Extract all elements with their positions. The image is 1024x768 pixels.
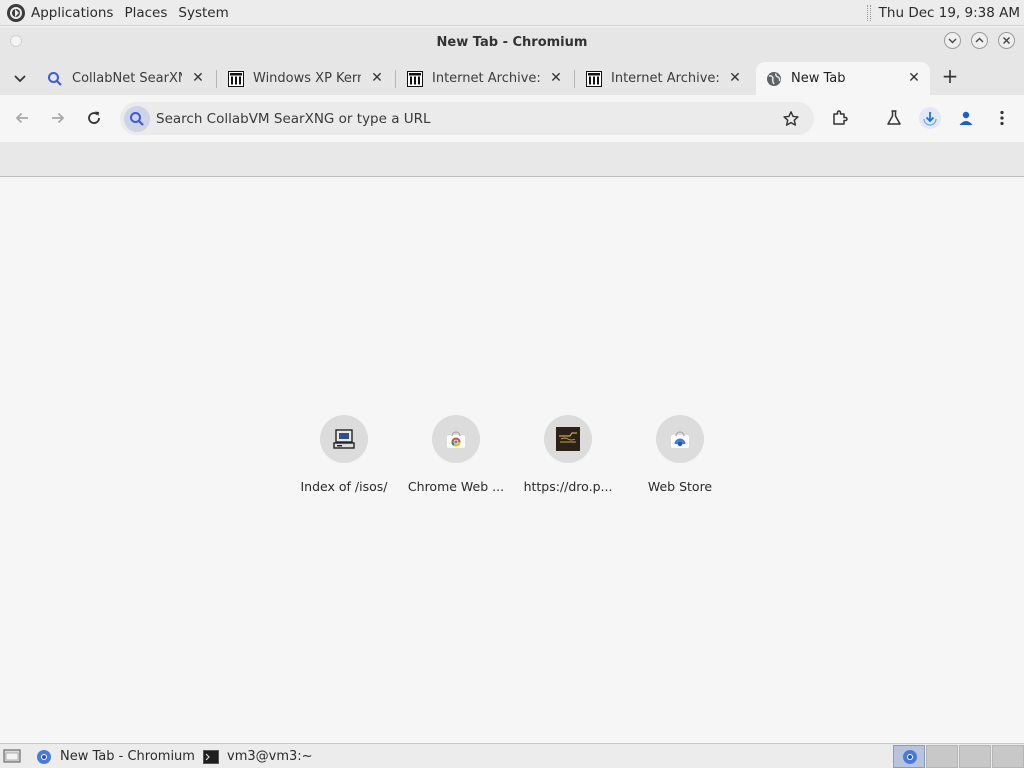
labs-button[interactable]: [883, 107, 905, 129]
address-input[interactable]: [156, 108, 756, 129]
tab-title: Internet Archive: D: [611, 71, 719, 86]
shortcut-label: Index of /isos/: [300, 479, 388, 494]
close-tab-icon[interactable]: ✕: [548, 70, 564, 86]
arrow-left-icon: [15, 112, 28, 124]
distro-logo-icon[interactable]: [6, 3, 26, 23]
workspace-4[interactable]: [992, 745, 1024, 768]
tab-strip: CollabNet SearXNG ✕ Windows XP Kernel ✕ …: [0, 58, 1024, 95]
terminal-icon: [203, 749, 219, 765]
tab-search-chevron-icon[interactable]: [12, 70, 28, 86]
maximize-button[interactable]: [971, 32, 988, 49]
archive-icon: [585, 70, 603, 88]
shortcut-tile-web-store[interactable]: Web Store: [630, 415, 730, 505]
chrome-webstore-icon: [432, 415, 480, 463]
download-progress-icon: [923, 112, 937, 126]
workspace-1[interactable]: [893, 745, 925, 768]
search-icon: [46, 70, 64, 88]
site-thumbnail-icon: [544, 415, 592, 463]
shortcut-tile-index-isos[interactable]: Index of /isos/: [294, 415, 394, 505]
profile-button[interactable]: [955, 107, 977, 129]
workspace-3[interactable]: [959, 745, 991, 768]
top-system-panel: Applications Places System Thu Dec 19, 9…: [0, 0, 1024, 26]
taskbar-item-terminal[interactable]: vm3@vm3:~: [203, 746, 363, 767]
omnibox[interactable]: [120, 102, 814, 135]
taskbar-item-label: vm3@vm3:~: [227, 749, 313, 764]
back-button[interactable]: [11, 107, 33, 129]
shortcut-label: Web Store: [647, 479, 713, 494]
tab-title: New Tab: [791, 71, 846, 86]
close-tab-icon[interactable]: ✕: [369, 70, 385, 86]
tab-separator: [574, 70, 575, 88]
close-window-button[interactable]: [998, 32, 1015, 49]
bottom-taskbar: New Tab - Chromium vm3@vm3:~: [0, 743, 1024, 768]
shortcut-tile-chrome-web[interactable]: Chrome Web ...: [406, 415, 506, 505]
forward-button[interactable]: [47, 107, 69, 129]
tab-title: Internet Archive: D: [432, 71, 540, 86]
new-tab-button[interactable]: +: [940, 66, 960, 87]
tab-windows-xp-kernel[interactable]: Windows XP Kernel ✕: [227, 62, 385, 95]
new-tab-page: Index of /isos/ Chrome Web ... https://d…: [0, 177, 1024, 743]
tab-internet-archive-2[interactable]: Internet Archive: D ✕: [585, 62, 743, 95]
chromium-icon: [36, 749, 52, 765]
computer-icon: [320, 415, 368, 463]
tab-new-tab[interactable]: New Tab ✕: [756, 62, 930, 95]
search-engine-icon: [124, 106, 150, 132]
show-desktop-icon[interactable]: [3, 748, 21, 764]
close-tab-icon[interactable]: ✕: [906, 70, 922, 86]
arrow-right-icon: [52, 112, 65, 124]
tab-title: CollabNet SearXNG: [72, 71, 182, 86]
taskbar-item-label: New Tab - Chromium: [60, 749, 195, 764]
bookmark-bar: [0, 142, 1024, 177]
more-vert-icon: [1000, 110, 1004, 126]
window-titlebar[interactable]: New Tab - Chromium: [0, 27, 1024, 58]
browser-toolbar: [0, 95, 1024, 142]
places-menu[interactable]: Places: [124, 5, 167, 21]
window-title: New Tab - Chromium: [436, 35, 588, 50]
tab-internet-archive-1[interactable]: Internet Archive: D ✕: [406, 62, 564, 95]
shortcut-label: https://dro.p...: [523, 479, 613, 494]
globe-icon: [765, 70, 783, 88]
minimize-button[interactable]: [944, 32, 961, 49]
tab-title: Windows XP Kernel: [253, 71, 361, 86]
taskbar-item-chromium[interactable]: New Tab - Chromium: [36, 746, 196, 767]
avatar-icon: [959, 111, 973, 125]
downloads-button[interactable]: [919, 107, 941, 129]
system-menu[interactable]: System: [178, 5, 228, 21]
tab-collabnet-searxng[interactable]: CollabNet SearXNG ✕: [46, 62, 206, 95]
bookmark-star-icon[interactable]: [782, 110, 800, 128]
tab-separator: [395, 70, 396, 88]
reload-button[interactable]: [83, 107, 105, 129]
clock[interactable]: Thu Dec 19, 9:38 AM: [879, 5, 1020, 21]
reload-icon: [88, 111, 100, 124]
close-tab-icon[interactable]: ✕: [727, 70, 743, 86]
shortcut-tile-dro[interactable]: https://dro.p...: [518, 415, 618, 505]
menu-button[interactable]: [991, 107, 1013, 129]
extensions-button[interactable]: [829, 107, 851, 129]
panel-separator: [866, 5, 871, 21]
chromium-icon: [903, 750, 917, 764]
webstore-icon: [656, 415, 704, 463]
archive-icon: [227, 70, 245, 88]
tab-separator: [216, 70, 217, 88]
applications-menu[interactable]: Applications: [31, 5, 113, 21]
flask-icon: [887, 110, 901, 125]
clock-area: Thu Dec 19, 9:38 AM: [866, 0, 1020, 26]
archive-icon: [406, 70, 424, 88]
puzzle-icon: [833, 110, 848, 125]
workspace-2[interactable]: [926, 745, 958, 768]
shortcut-label: Chrome Web ...: [407, 479, 505, 494]
close-tab-icon[interactable]: ✕: [190, 70, 206, 86]
